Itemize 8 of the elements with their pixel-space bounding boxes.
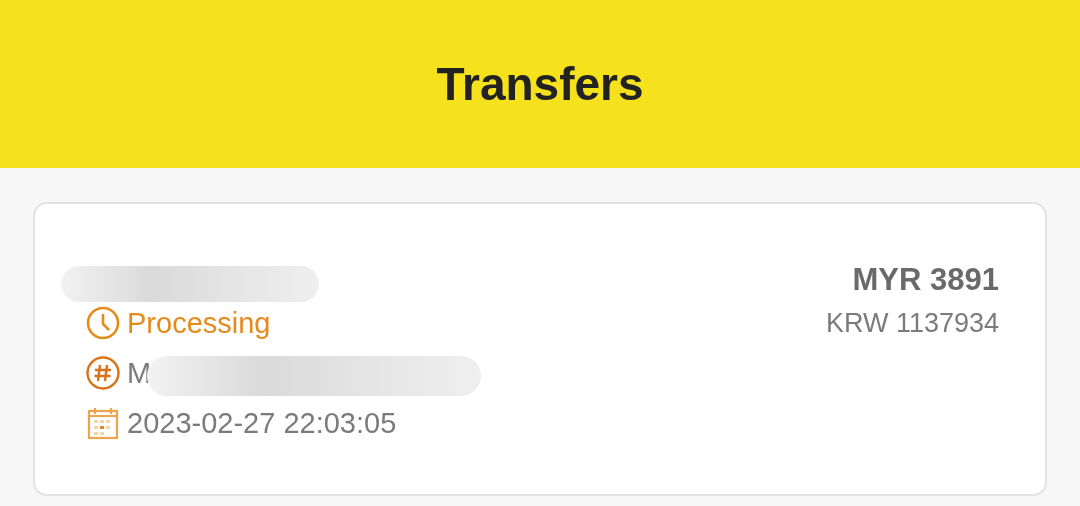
date-text: 2023-02-27 22:03:05 [127, 406, 397, 440]
status-text: Processing [127, 306, 271, 340]
amount-text: MYR 3891 [852, 262, 999, 298]
converted-amount: KRW 1137934 [825, 308, 999, 339]
calendar-icon [85, 405, 121, 441]
clock-icon [85, 305, 121, 341]
hash-icon [85, 355, 121, 391]
page-title: Transfers [436, 57, 644, 111]
